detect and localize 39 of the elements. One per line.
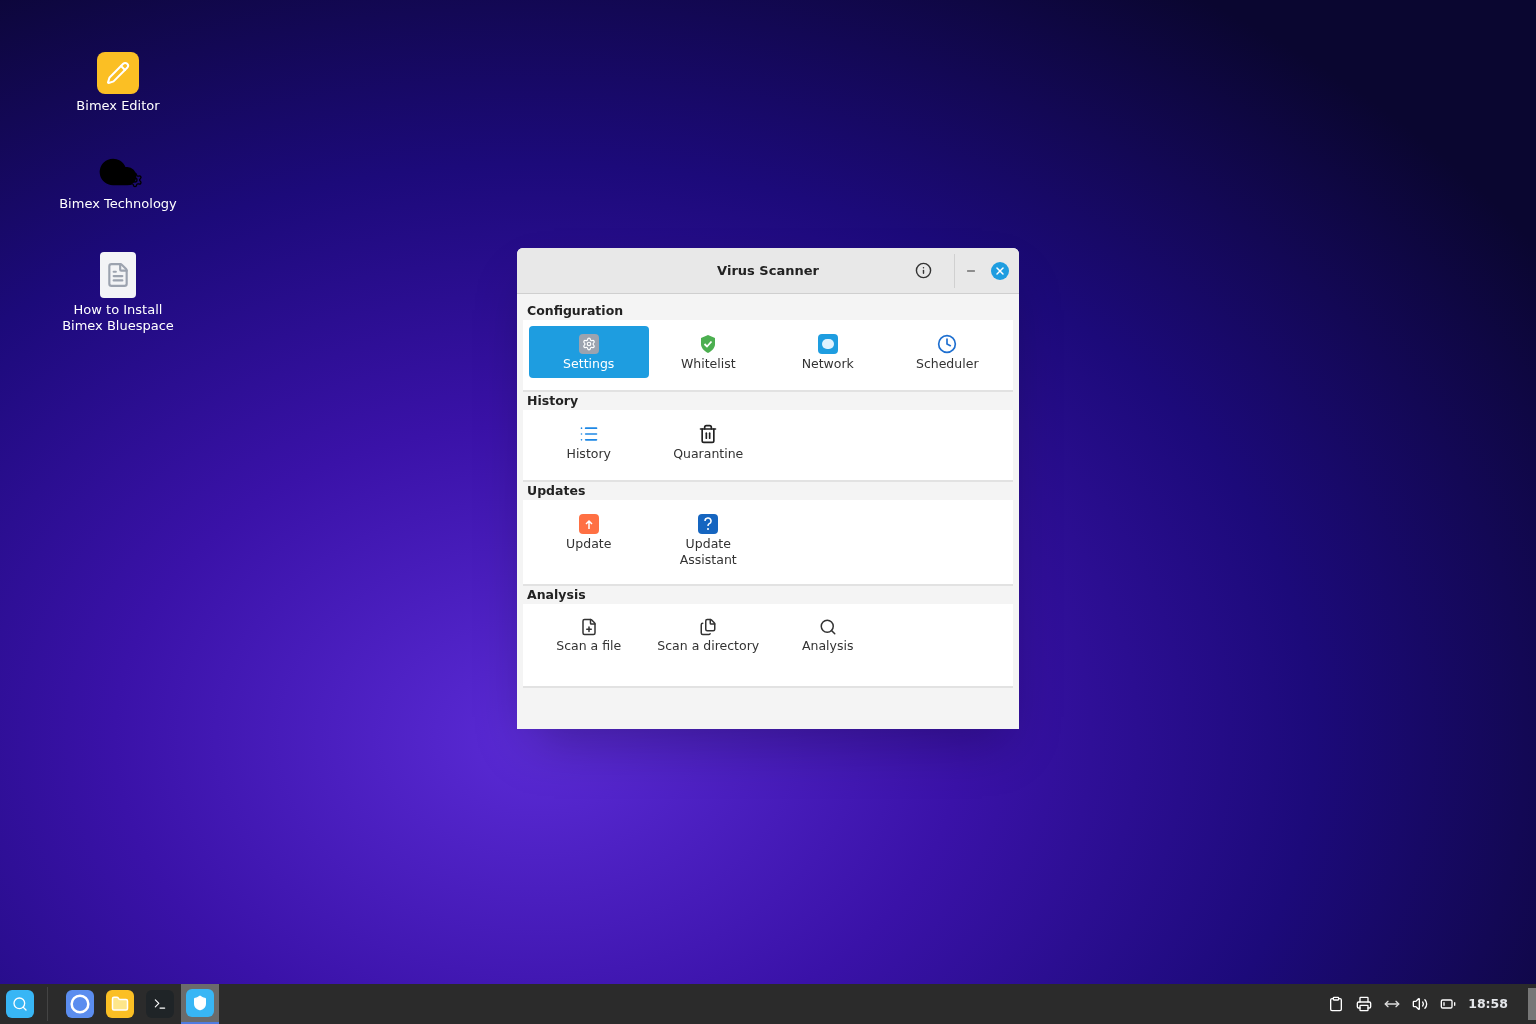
close-icon[interactable] [991,261,1009,280]
section-heading: Analysis [526,586,587,604]
file-plus-icon [579,618,598,636]
search-launcher-icon[interactable] [6,990,34,1018]
help-icon [698,514,719,534]
volume-icon[interactable] [1412,996,1429,1012]
update-icon [578,514,599,534]
section-heading: History [526,392,580,410]
clock-icon [937,334,958,354]
battery-icon[interactable] [1440,996,1457,1012]
section-heading: Configuration [526,302,625,320]
tool-item[interactable]: Scheduler [887,326,1007,378]
shield-icon[interactable] [181,984,219,1024]
desktop-icon-label[interactable]: Bimex Technology [59,196,177,212]
tool-item[interactable]: Quarantine [648,416,768,468]
desktop-icon-label[interactable]: How to Install Bimex Bluespace [58,302,178,334]
tool-item[interactable]: Analysis [768,610,888,660]
tool-item[interactable]: Whitelist [648,326,768,378]
desktop-icon-label[interactable]: Bimex Editor [76,98,160,114]
section-heading: Updates [526,482,587,500]
gear-icon [578,334,599,354]
tool-item[interactable]: Scan a file [529,610,649,660]
tool-item[interactable]: Scan a directory [648,610,768,660]
trash-icon [698,424,719,444]
files-icon [699,618,718,636]
clock[interactable]: 18:58 [1468,994,1508,1014]
shield-check-icon [699,334,718,354]
clipboard-icon[interactable] [1328,996,1345,1012]
document-icon [100,252,136,298]
window-title: Virus Scanner [716,261,820,280]
printer-icon[interactable] [1356,996,1373,1012]
tool-item[interactable]: Update Assistant [648,506,768,574]
info-icon[interactable] [915,262,932,279]
tool-item[interactable]: Update [529,506,649,558]
tool-item[interactable]: History [529,416,649,468]
search-icon [818,618,837,636]
tool-item[interactable]: Network [768,326,888,378]
pencil-icon [97,52,139,94]
list-icon [578,424,599,444]
